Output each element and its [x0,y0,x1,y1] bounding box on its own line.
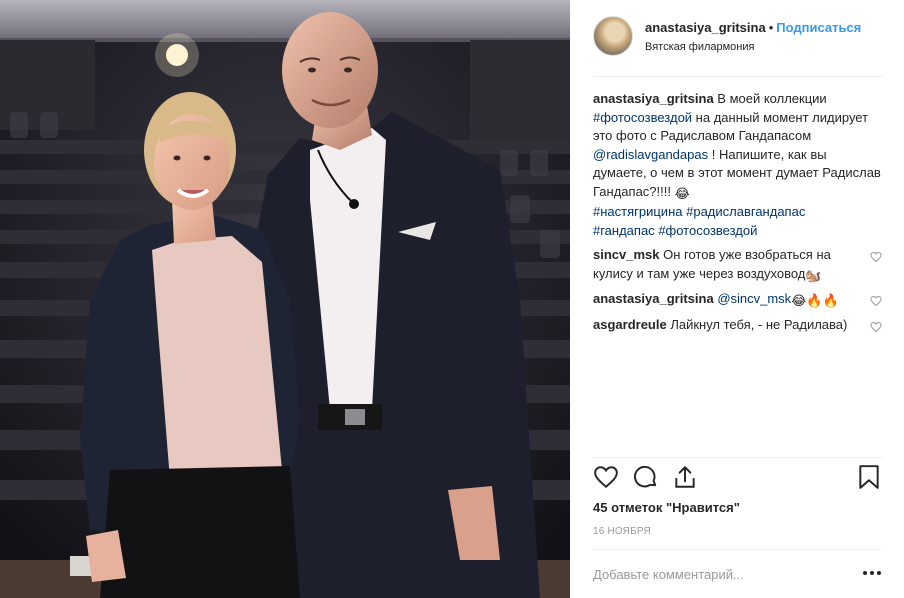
laugh-fire-emoji-icon: 😂🔥🔥 [791,293,839,308]
ellipsis-icon[interactable] [862,570,882,576]
heart-outline-icon[interactable] [870,295,882,307]
comment-bubble-icon[interactable] [633,464,659,490]
laughing-emoji-icon: 😂 [674,185,690,201]
header-user-line: anastasiya_gritsina • Подписаться [645,20,861,35]
heart-outline-icon[interactable] [870,321,882,333]
comment-mention[interactable]: @sincv_msk [717,291,791,306]
comment-text: Лайкнул тебя, - не Радилава) [666,316,848,332]
caption-hashtag[interactable]: #фотосозвездой [658,223,757,238]
add-comment-input[interactable] [593,560,843,588]
caption-hashtag[interactable]: #радиславгандапас [686,204,805,219]
divider [593,457,882,458]
caption-mention[interactable]: @radislavgandapas [593,147,708,162]
action-bar [593,464,882,496]
heart-icon[interactable] [593,464,619,490]
divider [593,549,882,550]
follow-button[interactable]: Подписаться [776,20,861,35]
post-sidebar: anastasiya_gritsina • Подписаться Вятская … [570,0,904,598]
post-header: anastasiya_gritsina • Подписаться Вятская … [593,16,882,60]
caption-text-1: В моей коллекции [713,91,827,106]
divider [593,76,882,77]
caption-hashtag[interactable]: #гандапас [593,223,655,238]
bookmark-icon[interactable] [856,464,882,490]
heart-outline-icon[interactable] [870,251,882,263]
chipmunk-emoji-icon: 🐿️ [805,267,822,283]
photo-illustration [0,0,570,598]
post-date[interactable]: 16 ноября [593,526,651,537]
share-icon[interactable] [672,464,698,490]
list-item: asgardreule Лайкнул тебя, - не Радилава) [593,316,882,335]
caption: anastasiya_gritsina В моей коллекции #фо… [593,90,882,240]
location-link[interactable]: Вятская филармония [645,41,754,53]
likes-count[interactable]: 45 отметок "Нравится" [593,500,740,515]
caption-username[interactable]: anastasiya_gritsina [593,91,714,106]
caption-hashtag[interactable]: #настягрицина [593,204,682,219]
list-item: anastasiya_gritsina @sincv_msk 😂🔥🔥 [593,290,882,311]
avatar[interactable] [593,16,633,56]
post-photo[interactable] [0,0,570,598]
comments-list: anastasiya_gritsina В моей коллекции #фо… [593,90,882,339]
header-username[interactable]: anastasiya_gritsina [645,20,766,35]
caption-hashtag[interactable]: #фотосозвездой [593,110,692,125]
header-separator: • [768,20,774,35]
comment-username[interactable]: sincv_msk [593,247,660,262]
comment-username[interactable]: asgardreule [593,317,667,332]
comment-username[interactable]: anastasiya_gritsina [593,291,714,306]
list-item: sincv_msk Он готов уже взобраться на кул… [593,246,882,285]
